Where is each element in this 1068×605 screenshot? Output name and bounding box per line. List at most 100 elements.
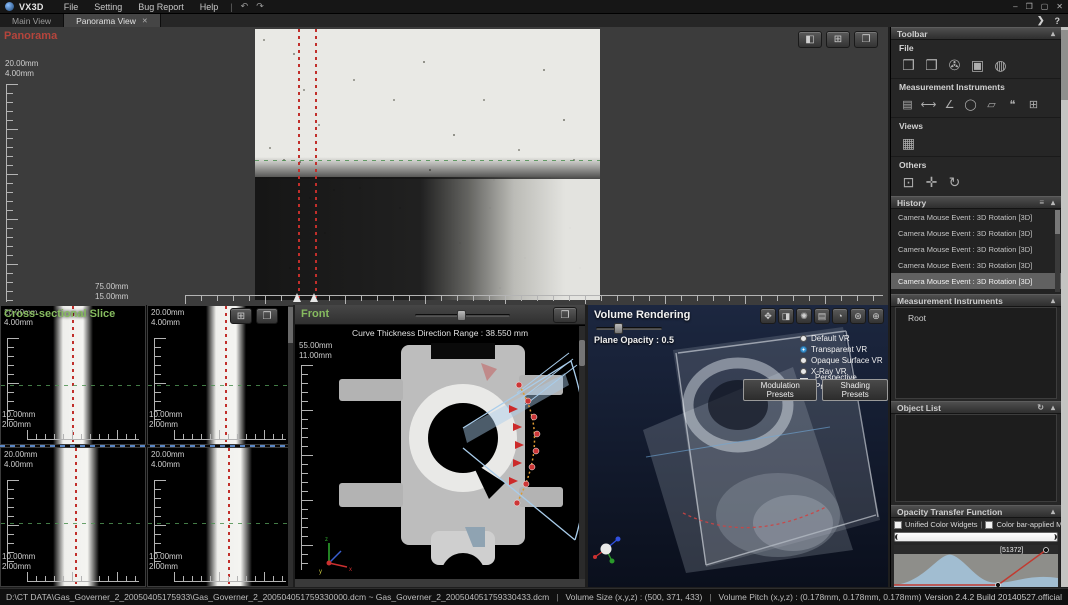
render-mode-opaque-surface-vr[interactable]: Opaque Surface VR — [800, 355, 888, 365]
unified-color-widgets-checkbox[interactable] — [894, 521, 902, 529]
panorama-curve-line-2[interactable] — [315, 29, 317, 300]
history-item-selected[interactable]: Camera Mouse Event : 3D Rotation [3D] — [891, 273, 1061, 289]
history-section-header[interactable]: History ≡ ▴ — [891, 196, 1061, 209]
color-bar-handle-right[interactable] — [1053, 534, 1057, 540]
adjust-image-icon[interactable]: ◧ — [798, 31, 822, 48]
scrollbar-thumb[interactable] — [1061, 30, 1068, 100]
tab-panorama-view[interactable]: Panorama View ✕ — [64, 14, 161, 27]
annotation-icon[interactable]: ❝ — [1002, 94, 1023, 114]
print-icon[interactable]: ▦ — [897, 133, 920, 153]
slider-handle[interactable] — [457, 310, 466, 321]
quad-view-icon[interactable]: ⊞ — [230, 308, 252, 324]
slice-curve-line[interactable] — [72, 306, 74, 445]
distance-icon[interactable]: ⟷ — [918, 94, 939, 114]
history-menu-icon[interactable]: ≡ — [1039, 198, 1044, 207]
save-disc-icon[interactable]: ◍ — [989, 55, 1012, 75]
slice-guide-line[interactable] — [148, 523, 293, 524]
color-bar[interactable] — [894, 532, 1058, 542]
layout-icon[interactable]: ❐ — [854, 31, 878, 48]
toolbar-section-header[interactable]: Toolbar ▴ — [891, 27, 1061, 40]
preset-cs-icon[interactable]: ⊞ — [1023, 94, 1044, 114]
sculpt-icon[interactable]: ✺ — [796, 308, 812, 324]
menu-file[interactable]: File — [56, 2, 87, 12]
export-icon[interactable]: ❐ — [920, 55, 943, 75]
layout-icon[interactable]: ❐ — [256, 308, 278, 324]
tape-measure-icon[interactable]: ▤ — [897, 94, 918, 114]
crop-icon[interactable]: ⊕ — [868, 308, 884, 324]
cross-sectional-scrollbar[interactable] — [288, 305, 293, 587]
move-icon[interactable]: ✥ — [760, 308, 776, 324]
collapse-icon[interactable]: ▴ — [1051, 29, 1055, 38]
clip-plane-icon[interactable]: ◨ — [778, 308, 794, 324]
front-ct-slice[interactable]: z x y — [313, 335, 579, 579]
rotate-icon[interactable]: ◔ — [832, 308, 848, 324]
slice-curve-line[interactable] — [225, 306, 227, 445]
close-button[interactable]: ✕ — [1056, 2, 1063, 11]
cross-section-quadrant-4[interactable]: 20.00mm 4.00mm 10.00mm 2.00mm — [147, 447, 293, 587]
history-item[interactable]: Camera Mouse Event : 3D Rotation [3D] — [891, 225, 1061, 241]
opacity-section-header[interactable]: Opacity Transfer Function ▴ — [891, 505, 1061, 518]
polygon-icon[interactable]: ▱ — [981, 94, 1002, 114]
registration-icon[interactable]: ✛ — [920, 172, 943, 192]
measurement-root-item[interactable]: Root — [896, 308, 1056, 323]
tab-close-icon[interactable]: ✕ — [142, 17, 148, 25]
angle-icon[interactable]: ∠ — [939, 94, 960, 114]
collapse-icon[interactable]: ▴ — [1051, 507, 1055, 516]
window-scrollbar[interactable] — [1061, 27, 1068, 587]
restore-button[interactable]: ❐ — [1026, 2, 1033, 11]
cross-section-quadrant-3[interactable]: 20.00mm 4.00mm 10.00mm 2.00mm — [0, 447, 146, 587]
collapse-icon[interactable]: ▴ — [1051, 403, 1055, 412]
slice-guide-line[interactable] — [1, 523, 146, 524]
slideshow-icon[interactable]: ⊡ — [897, 172, 920, 192]
history-item[interactable]: Camera Mouse Event : 3D Rotation [3D] — [891, 257, 1061, 273]
color-bar-handle-left[interactable] — [895, 534, 899, 540]
fit-screen-icon[interactable]: ⊞ — [826, 31, 850, 48]
tab-main-view[interactable]: Main View — [0, 14, 64, 27]
history-scrollbar[interactable] — [1055, 210, 1060, 292]
plane-opacity-slider[interactable] — [596, 327, 662, 330]
menu-bug-report[interactable]: Bug Report — [130, 2, 192, 12]
collapse-icon[interactable]: ▴ — [1051, 198, 1055, 207]
filter-icon[interactable]: ⊛ — [850, 308, 866, 324]
front-thickness-slider[interactable] — [415, 314, 510, 317]
object-list-section-header[interactable]: Object List ↻ ▴ — [891, 401, 1061, 414]
collapse-icon[interactable]: ▴ — [1051, 296, 1055, 305]
reset-icon[interactable]: ↻ — [943, 172, 966, 192]
preset-icon[interactable]: ▤ — [814, 308, 830, 324]
opacity-histogram[interactable]: [51372] — [894, 545, 1058, 587]
history-item[interactable]: Camera Mouse Event : 3D Rotation [3D] — [891, 209, 1061, 225]
panorama-curve-line-1[interactable] — [298, 29, 300, 300]
slice-curve-line[interactable] — [75, 448, 77, 587]
layout-icon[interactable]: ❐ — [553, 307, 577, 323]
redo-icon[interactable]: ↷ — [252, 1, 268, 12]
minimize-button[interactable]: – — [1013, 2, 1017, 11]
curve-marker-1[interactable] — [293, 293, 301, 302]
expand-panel-icon[interactable]: ❯ — [1037, 15, 1045, 26]
undo-icon[interactable]: ↶ — [237, 1, 253, 12]
menu-help[interactable]: Help — [192, 2, 227, 12]
render-mode-default-vr[interactable]: Default VR — [800, 333, 888, 343]
modulation-presets-button[interactable]: Modulation Presets — [743, 379, 817, 401]
panorama-slice-guide-line[interactable] — [255, 160, 600, 161]
slice-guide-line[interactable] — [1, 385, 146, 386]
cross-section-quadrant-2[interactable]: 20.00mm 4.00mm 10.00mm 2.00mm — [147, 305, 293, 445]
slider-handle[interactable] — [614, 323, 623, 334]
circle-icon[interactable]: ◯ — [960, 94, 981, 114]
cross-section-quadrant-1[interactable]: 20.00mm 4.00mm 10.00mm 2.00mm — [0, 305, 146, 445]
measurement-section-header[interactable]: Measurement Instruments ▴ — [891, 294, 1061, 307]
render-mode-transparent-vr[interactable]: Transparent VR — [800, 344, 888, 354]
history-item[interactable]: Camera Mouse Event : 3D Rotation [3D] — [891, 241, 1061, 257]
shading-presets-button[interactable]: Shading Presets — [822, 379, 888, 401]
menu-setting[interactable]: Setting — [86, 2, 130, 12]
movie-capture-icon[interactable]: ✇ — [943, 55, 966, 75]
maximize-button[interactable]: ▢ — [1041, 2, 1049, 11]
panorama-xray-image[interactable] — [255, 29, 600, 300]
refresh-icon[interactable]: ↻ — [1037, 403, 1044, 412]
screen-capture-icon[interactable]: ▣ — [966, 55, 989, 75]
slice-curve-line[interactable] — [228, 448, 230, 587]
help-icon[interactable]: ? — [1055, 16, 1061, 26]
color-bar-applied-mpr-checkbox[interactable] — [985, 521, 993, 529]
curve-marker-2[interactable] — [310, 293, 318, 302]
front-scrollbar[interactable] — [579, 326, 585, 579]
open-project-icon[interactable]: ❒ — [897, 55, 920, 75]
